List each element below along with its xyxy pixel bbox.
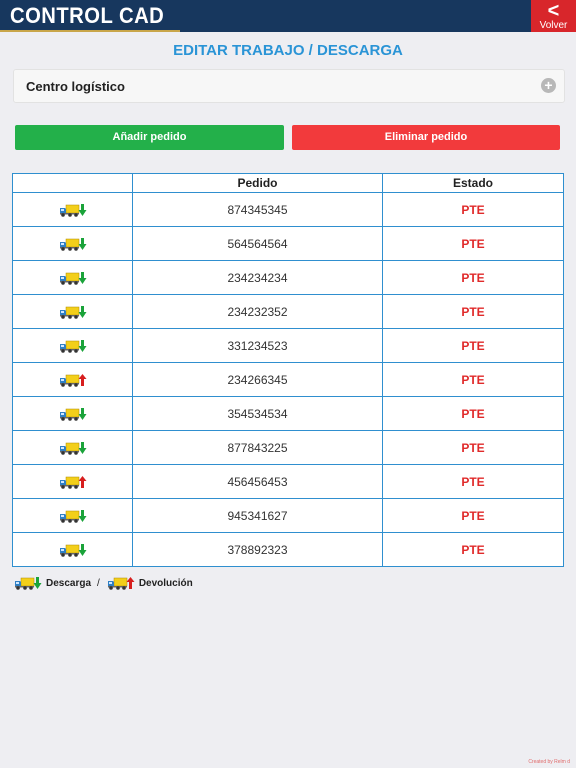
status-badge: PTE — [382, 498, 564, 533]
legend-descarga-label: Descarga — [46, 577, 92, 589]
table-row[interactable]: 234266345 PTE — [12, 362, 564, 397]
row-type-cell — [12, 260, 133, 295]
table-row[interactable]: 874345345 PTE — [12, 192, 564, 227]
add-order-button[interactable]: Añadir pedido — [15, 125, 284, 150]
status-badge: PTE — [382, 294, 564, 329]
truck-return-icon — [58, 474, 88, 489]
status-badge: PTE — [382, 464, 564, 499]
credit-text: Created by Relm d — [528, 759, 570, 765]
table-row[interactable]: 331234523 PTE — [12, 328, 564, 363]
back-label: Volver — [539, 20, 568, 31]
legend: Descarga / Devolución — [13, 575, 193, 591]
truck-download-icon — [58, 270, 88, 285]
status-badge: PTE — [382, 532, 564, 567]
row-type-cell — [12, 396, 133, 431]
table-header-row: Pedido Estado — [12, 173, 564, 193]
app-title: CONTROL CAD — [10, 3, 165, 28]
order-number: 378892323 — [132, 532, 383, 567]
column-header-estado: Estado — [382, 173, 564, 193]
row-type-cell — [12, 532, 133, 567]
truck-return-icon — [58, 372, 88, 387]
status-badge: PTE — [382, 260, 564, 295]
row-type-cell — [12, 464, 133, 499]
truck-download-icon — [58, 542, 88, 557]
top-bar: CONTROL CAD < Volver — [0, 0, 576, 32]
status-badge: PTE — [382, 362, 564, 397]
truck-download-icon — [58, 304, 88, 319]
table-row[interactable]: 945341627 PTE — [12, 498, 564, 533]
order-number: 234266345 — [132, 362, 383, 397]
order-number: 331234523 — [132, 328, 383, 363]
truck-download-icon — [13, 575, 43, 591]
order-number: 877843225 — [132, 430, 383, 465]
orders-table: Pedido Estado 874345345 PTE 564564564 PTE 23… — [12, 173, 564, 567]
truck-download-icon — [58, 508, 88, 523]
logistics-center-label: Centro logístico — [26, 79, 125, 94]
truck-download-icon — [58, 202, 88, 217]
table-row[interactable]: 456456453 PTE — [12, 464, 564, 499]
order-number: 456456453 — [132, 464, 383, 499]
logistics-center-select[interactable]: Centro logístico + — [13, 69, 565, 103]
truck-download-icon — [58, 338, 88, 353]
order-number: 354534534 — [132, 396, 383, 431]
status-badge: PTE — [382, 226, 564, 261]
order-number: 945341627 — [132, 498, 383, 533]
table-row[interactable]: 378892323 PTE — [12, 532, 564, 567]
back-button[interactable]: < Volver — [531, 0, 576, 32]
row-type-cell — [12, 430, 133, 465]
row-type-cell — [12, 328, 133, 363]
order-number: 234232352 — [132, 294, 383, 329]
table-row[interactable]: 234234234 PTE — [12, 260, 564, 295]
page-title: EDITAR TRABAJO / DESCARGA — [173, 42, 403, 59]
column-header-type — [12, 173, 133, 193]
table-row[interactable]: 354534534 PTE — [12, 396, 564, 431]
legend-separator: / — [97, 577, 100, 589]
column-header-pedido: Pedido — [132, 173, 383, 193]
row-type-cell — [12, 362, 133, 397]
row-type-cell — [12, 498, 133, 533]
truck-download-icon — [58, 440, 88, 455]
order-number: 234234234 — [132, 260, 383, 295]
status-badge: PTE — [382, 192, 564, 227]
row-type-cell — [12, 226, 133, 261]
status-badge: PTE — [382, 396, 564, 431]
header-accent-line — [0, 30, 180, 32]
status-badge: PTE — [382, 430, 564, 465]
row-type-cell — [12, 192, 133, 227]
table-row[interactable]: 234232352 PTE — [12, 294, 564, 329]
order-number: 874345345 — [132, 192, 383, 227]
chevron-left-icon: < — [547, 0, 560, 22]
table-row[interactable]: 564564564 PTE — [12, 226, 564, 261]
status-badge: PTE — [382, 328, 564, 363]
truck-download-icon — [58, 406, 88, 421]
order-number: 564564564 — [132, 226, 383, 261]
truck-download-icon — [58, 236, 88, 251]
table-row[interactable]: 877843225 PTE — [12, 430, 564, 465]
truck-return-icon — [106, 575, 136, 591]
row-type-cell — [12, 294, 133, 329]
plus-icon[interactable]: + — [541, 78, 556, 93]
legend-devolucion-label: Devolución — [138, 577, 193, 589]
delete-order-button[interactable]: Eliminar pedido — [292, 125, 560, 150]
